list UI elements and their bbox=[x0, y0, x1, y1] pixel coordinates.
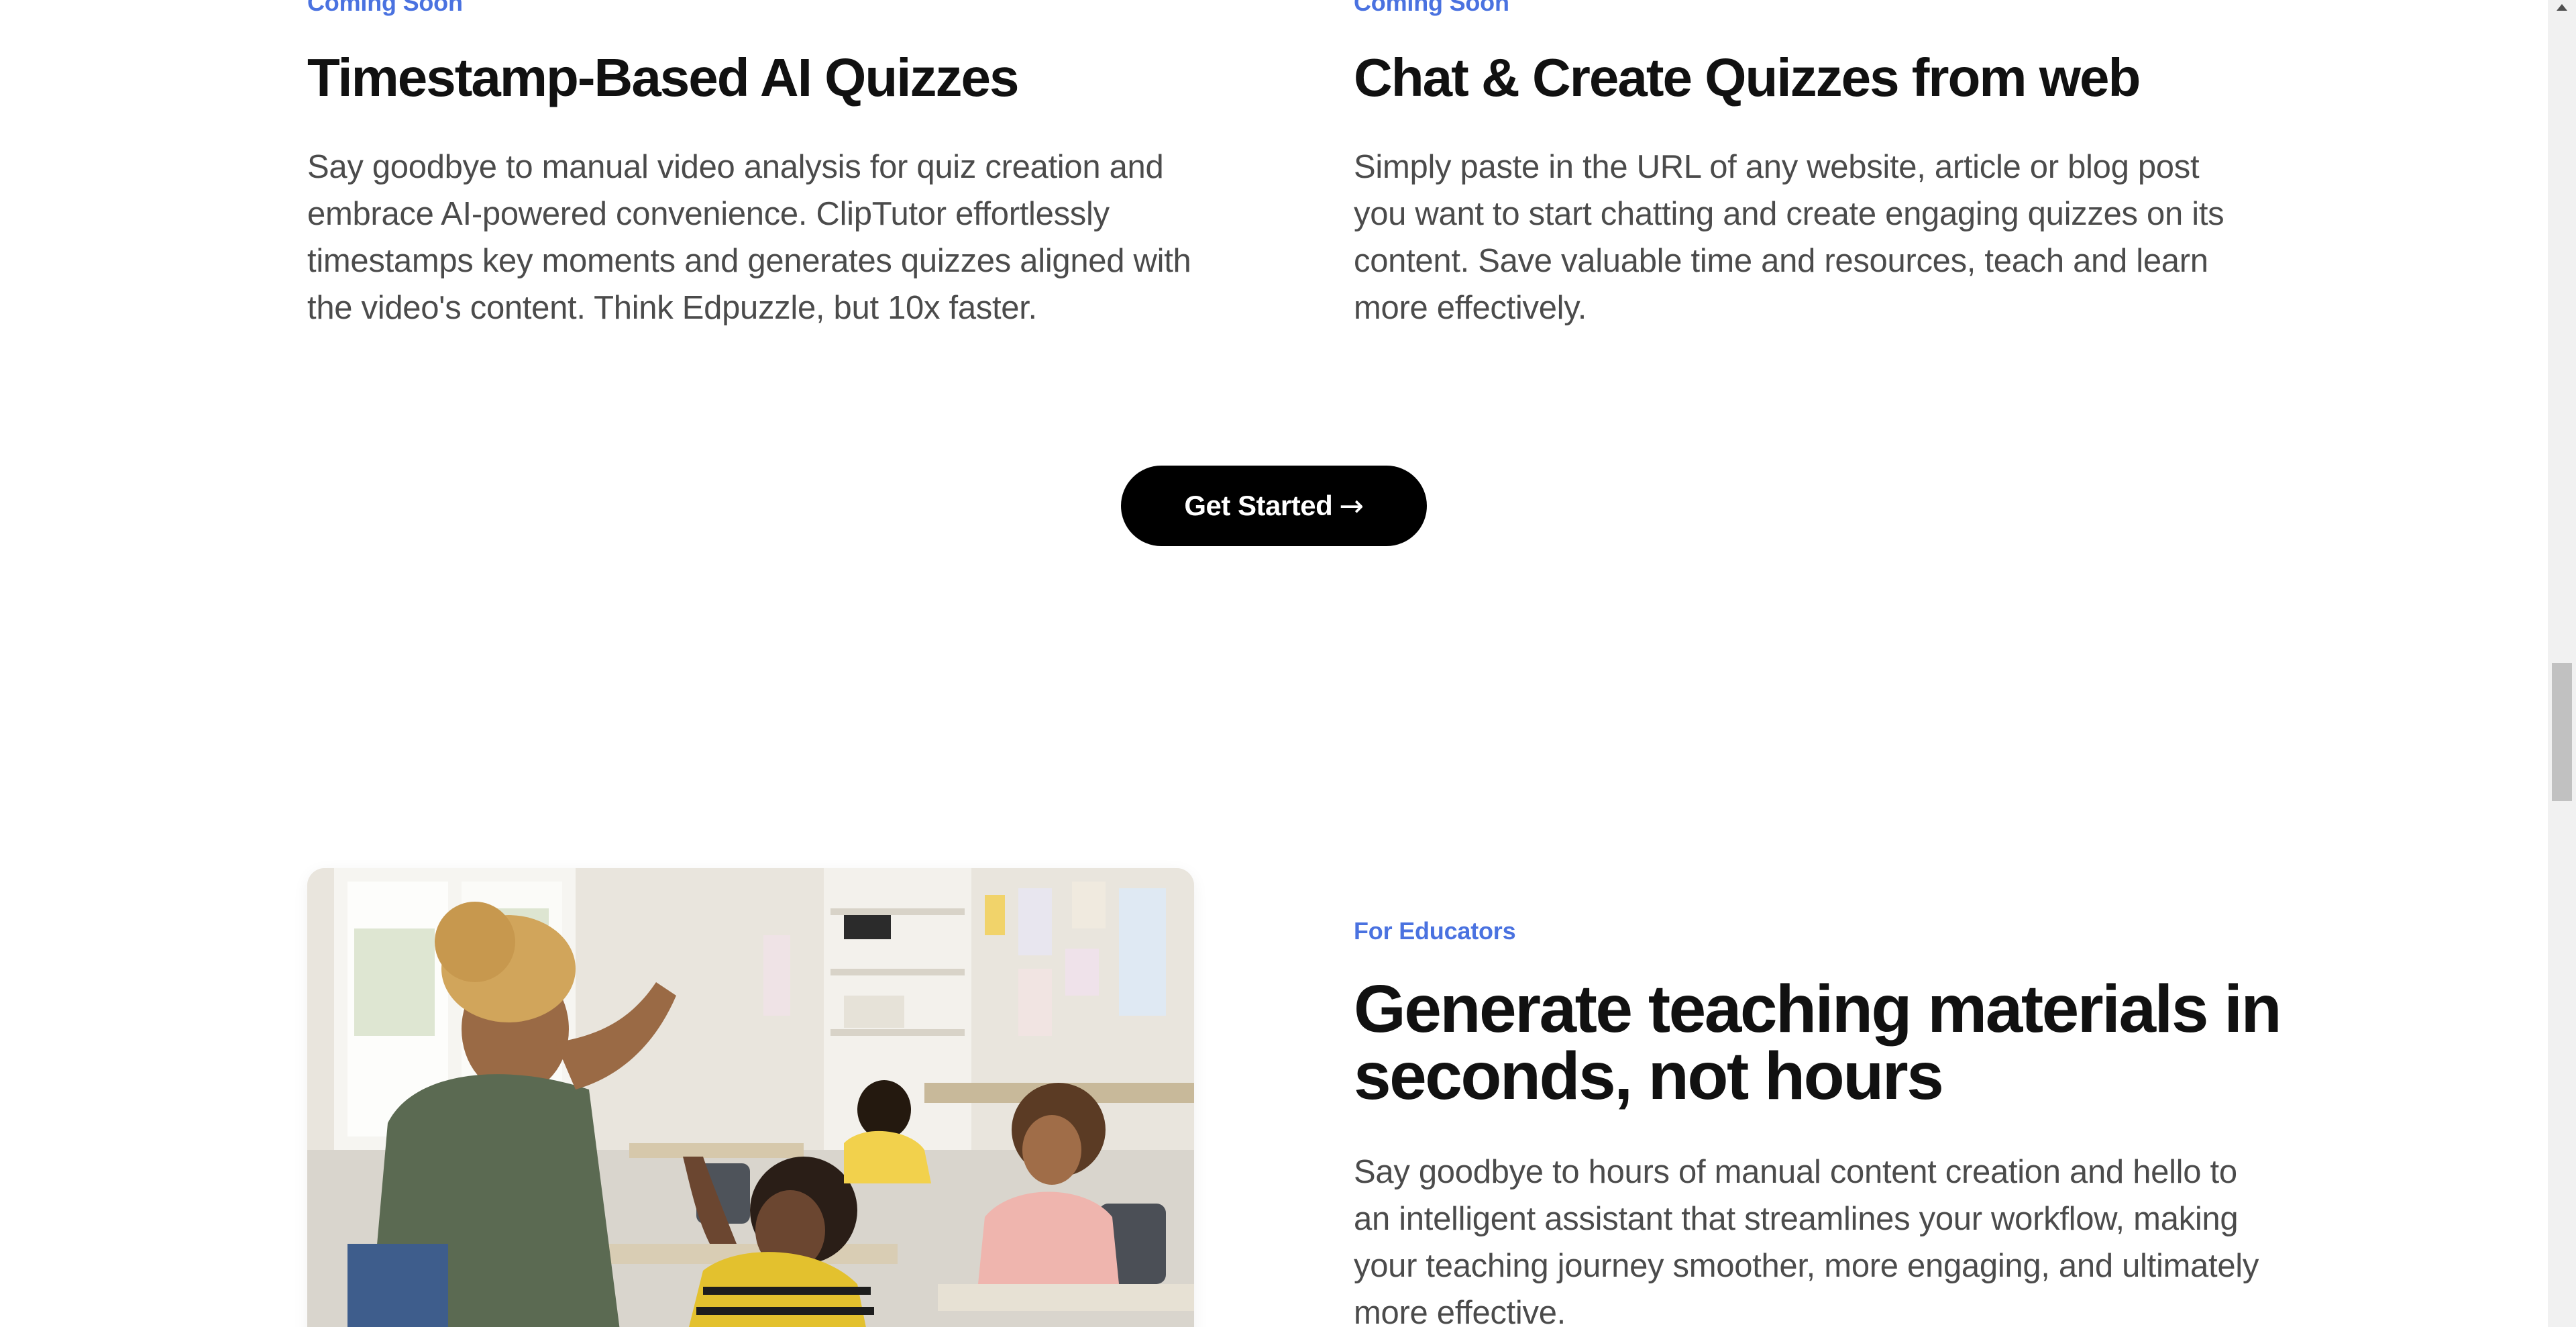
for-educators-label: For Educators bbox=[1354, 917, 1516, 945]
arrow-right-icon: → bbox=[1339, 488, 1364, 523]
get-started-label: Get Started bbox=[1184, 490, 1333, 521]
feature-description-timestamp-quizzes: Say goodbye to manual video analysis for… bbox=[307, 149, 1191, 326]
scroll-up-arrow-icon[interactable] bbox=[2557, 4, 2567, 11]
page: Coming Soon Timestamp-Based AI Quizzes S… bbox=[0, 0, 2576, 1327]
coming-soon-label: Coming Soon bbox=[307, 0, 463, 16]
feature-title-web-quizzes: Chat & Create Quizzes from web bbox=[1354, 48, 2141, 107]
get-started-button[interactable]: Get Started → bbox=[1121, 466, 1427, 546]
scrollbar-thumb[interactable] bbox=[2552, 663, 2572, 801]
classroom-photo bbox=[307, 868, 1194, 1327]
coming-soon-label: Coming Soon bbox=[1354, 0, 1509, 16]
vertical-scrollbar[interactable] bbox=[2548, 0, 2576, 1327]
feature-title-timestamp-quizzes: Timestamp-Based AI Quizzes bbox=[307, 48, 1019, 107]
educators-description: Say goodbye to hours of manual content c… bbox=[1354, 1154, 2259, 1327]
feature-description-web-quizzes: Simply paste in the URL of any website, … bbox=[1354, 149, 2224, 326]
educators-title: Generate teaching materials in seconds, … bbox=[1354, 971, 2282, 1114]
